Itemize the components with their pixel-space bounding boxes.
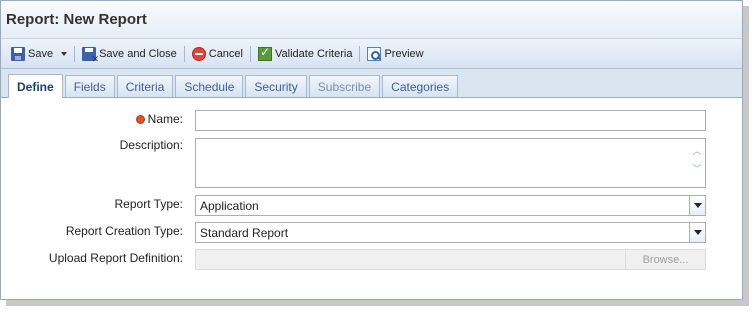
name-label: Name: — [147, 112, 183, 126]
preview-label: Preview — [384, 47, 424, 60]
cancel-icon — [191, 46, 206, 61]
checkmark-icon — [258, 45, 272, 61]
validate-criteria-label: Validate Criteria — [275, 47, 353, 60]
toolbar-separator — [359, 45, 361, 62]
chevron-down-icon[interactable] — [689, 196, 705, 215]
save-button[interactable]: Save — [7, 43, 71, 65]
required-indicator-icon — [135, 115, 145, 124]
creation-type-label: Report Creation Type: — [65, 224, 183, 238]
tab-categories[interactable]: Categories — [382, 75, 459, 97]
cancel-label: Cancel — [208, 47, 243, 60]
report-type-value: Application — [200, 199, 259, 213]
save-dropdown-arrow-icon[interactable] — [61, 51, 68, 56]
scroll-down-icon[interactable]: ﹀ — [692, 160, 701, 178]
save-close-icon — [82, 46, 99, 65]
preview-button[interactable]: Preview — [363, 43, 427, 65]
title-bar: Report: New Report — [1, 1, 742, 39]
upload-label: Upload Report Definition: — [48, 251, 183, 265]
tab-bar: Define Fields Criteria Schedule Security… — [1, 69, 742, 98]
save-icon — [11, 46, 25, 61]
toolbar-separator — [250, 45, 251, 62]
cancel-button[interactable]: Cancel — [188, 43, 247, 65]
name-label-wrap: Name: — [135, 112, 183, 126]
tab-subscribe: Subscribe — [308, 75, 381, 97]
toolbar: Save Save and Close Cancel Validate Crit… — [1, 39, 742, 69]
tab-fields[interactable]: Fields — [64, 75, 115, 97]
tab-define[interactable]: Define — [8, 74, 63, 98]
preview-icon — [367, 46, 382, 61]
tab-criteria[interactable]: Criteria — [116, 75, 174, 97]
browse-button: Browse... — [625, 250, 705, 269]
chevron-down-icon[interactable] — [689, 223, 705, 242]
toolbar-separator — [74, 45, 76, 62]
validate-criteria-button[interactable]: Validate Criteria — [254, 43, 356, 65]
creation-type-select[interactable]: Standard Report — [195, 222, 706, 243]
save-and-close-button[interactable]: Save and Close — [78, 43, 181, 65]
description-label: Description: — [119, 138, 183, 152]
toolbar-separator — [183, 45, 185, 62]
save-label: Save — [28, 47, 54, 60]
report-type-select[interactable]: Application — [195, 195, 706, 216]
report-type-label: Report Type: — [114, 197, 183, 211]
window-title: Report: New Report — [6, 11, 147, 28]
save-and-close-label: Save and Close — [99, 47, 177, 60]
scroll-up-icon[interactable]: ︿ — [692, 142, 701, 160]
report-window: Report: New Report Save Save and Close C… — [0, 0, 743, 300]
upload-file-field: Browse... — [195, 249, 706, 270]
name-input[interactable] — [195, 110, 706, 131]
tab-security[interactable]: Security — [245, 75, 307, 97]
tab-schedule[interactable]: Schedule — [175, 75, 244, 97]
description-textarea[interactable]: ︿ ﹀ — [195, 138, 706, 188]
creation-type-value: Standard Report — [200, 226, 289, 240]
textarea-scrollbar[interactable]: ︿ ﹀ — [691, 142, 703, 178]
